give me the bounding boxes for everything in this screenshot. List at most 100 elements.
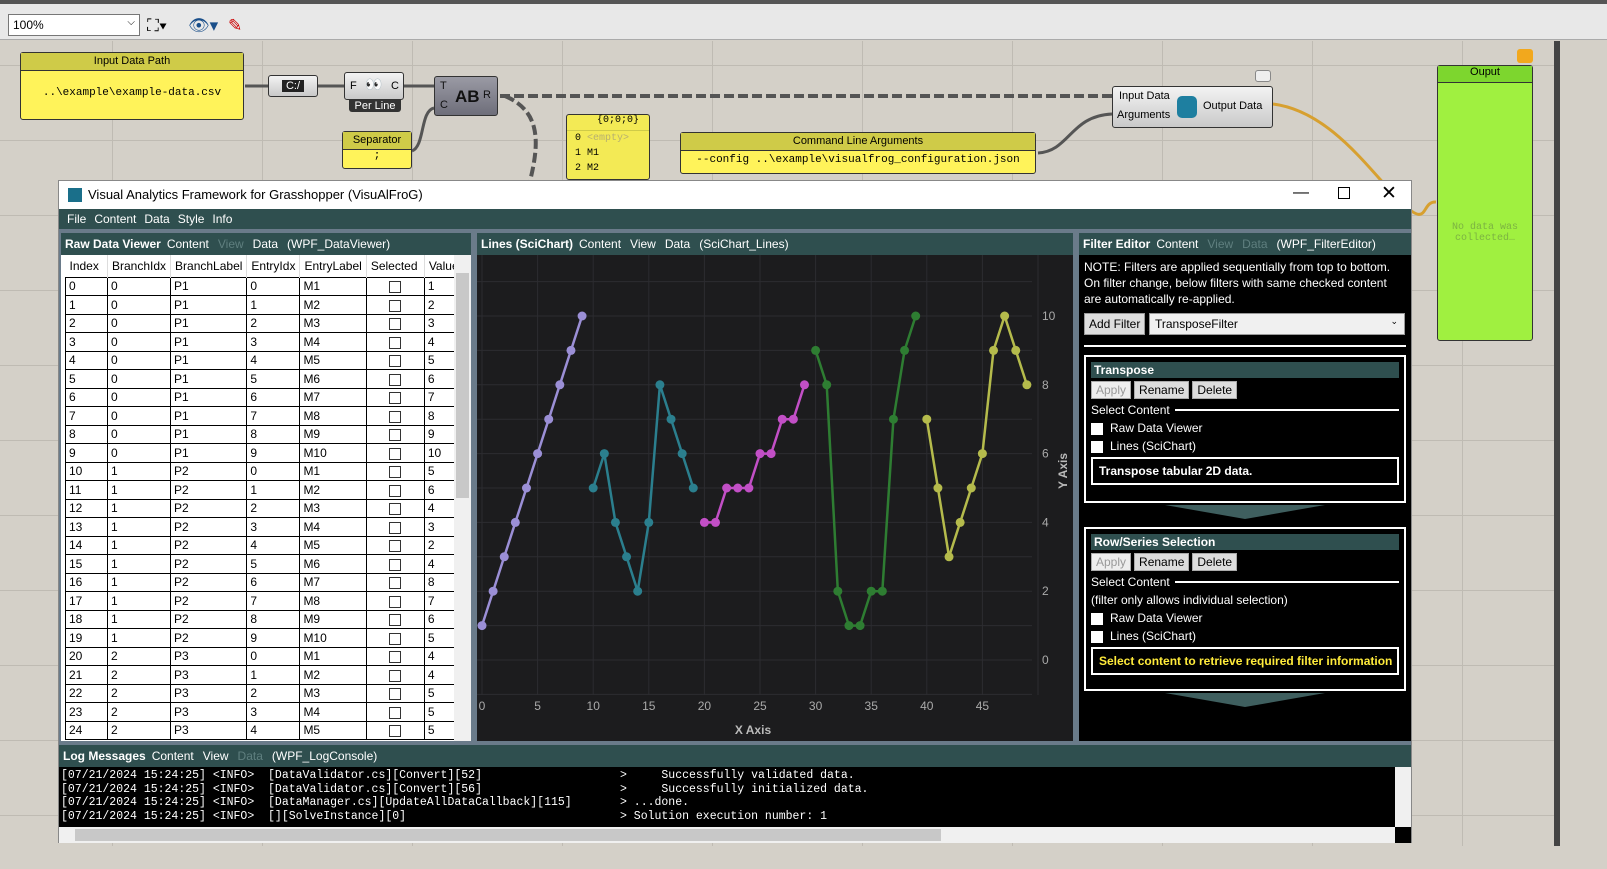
table-cell[interactable]: P2 <box>170 480 248 500</box>
selected-checkbox[interactable] <box>365 720 425 740</box>
message-bubble-icon[interactable] <box>1255 70 1271 82</box>
table-cell[interactable]: 9 <box>65 443 108 463</box>
table-cell[interactable]: M6 <box>299 554 367 574</box>
pane-menu-data[interactable]: Data <box>665 237 690 251</box>
table-cell[interactable]: M3 <box>299 498 367 518</box>
table-cell[interactable]: P1 <box>170 424 248 444</box>
table-cell[interactable]: P1 <box>170 443 248 463</box>
table-cell[interactable]: 1 <box>106 554 172 574</box>
table-cell[interactable]: P1 <box>170 313 248 333</box>
menu-content[interactable]: Content <box>94 209 136 229</box>
table-cell[interactable]: 2 <box>65 313 108 333</box>
table-cell[interactable]: 2 <box>106 683 172 703</box>
table-cell[interactable]: 1 <box>106 628 172 648</box>
eye-icon[interactable]: 👁▾ <box>188 16 218 36</box>
table-cell[interactable]: 1 <box>246 665 301 685</box>
table-cell[interactable]: P2 <box>170 554 248 574</box>
pane-menu-data[interactable]: Data <box>253 237 278 251</box>
table-cell[interactable]: 23 <box>65 702 108 722</box>
table-cell[interactable]: 0 <box>246 646 301 666</box>
table-cell[interactable]: P3 <box>170 646 248 666</box>
selected-checkbox[interactable] <box>365 628 425 648</box>
table-cell[interactable]: M4 <box>299 332 367 352</box>
pane-menu-content[interactable]: Content <box>152 749 194 763</box>
delete-button[interactable]: Delete <box>1192 553 1238 571</box>
table-cell[interactable]: 2 <box>106 665 172 685</box>
menu-data[interactable]: Data <box>144 209 169 229</box>
selected-checkbox[interactable] <box>365 313 425 333</box>
selected-checkbox[interactable] <box>365 665 425 685</box>
zoom-extents-icon[interactable]: ⛶▾ <box>147 16 167 36</box>
table-cell[interactable]: 7 <box>246 591 301 611</box>
table-cell[interactable]: 22 <box>65 683 108 703</box>
selected-checkbox[interactable] <box>365 591 425 611</box>
table-cell[interactable]: 8 <box>246 609 301 629</box>
table-cell[interactable]: P2 <box>170 609 248 629</box>
column-header[interactable]: BranchLabel <box>170 255 248 277</box>
table-cell[interactable]: 1 <box>106 480 172 500</box>
table-row[interactable]: 0 0 P1 0 M1 1 <box>65 276 471 296</box>
table-cell[interactable]: 0 <box>246 276 301 296</box>
table-cell[interactable]: 6 <box>246 572 301 592</box>
table-cell[interactable]: 0 <box>106 443 172 463</box>
table-row[interactable]: 19 1 P2 9 M10 5 <box>65 628 471 648</box>
table-cell[interactable]: M2 <box>299 665 367 685</box>
table-cell[interactable]: P2 <box>170 591 248 611</box>
table-cell[interactable]: 8 <box>65 424 108 444</box>
table-cell[interactable]: M1 <box>299 646 367 666</box>
table-row[interactable]: 7 0 P1 7 M8 8 <box>65 406 471 426</box>
table-cell[interactable]: 1 <box>65 295 108 315</box>
list-panel[interactable]: {0;0;0} 0 <empty> 1 M1 2 M2 <box>566 114 650 180</box>
table-cell[interactable]: 5 <box>246 554 301 574</box>
table-row[interactable]: 10 1 P2 0 M1 5 <box>65 461 471 481</box>
table-cell[interactable]: 0 <box>106 369 172 389</box>
table-cell[interactable]: 6 <box>65 387 108 407</box>
apply-button[interactable]: Apply <box>1091 381 1132 399</box>
table-row[interactable]: 3 0 P1 3 M4 4 <box>65 332 471 352</box>
table-cell[interactable]: M4 <box>299 702 367 722</box>
table-cell[interactable]: M9 <box>299 609 367 629</box>
table-row[interactable]: 15 1 P2 5 M6 4 <box>65 554 471 574</box>
table-cell[interactable]: 18 <box>65 609 108 629</box>
checkbox-lines-scichart[interactable]: Lines (SciChart) <box>1091 629 1399 643</box>
table-row[interactable]: 21 2 P3 1 M2 4 <box>65 665 471 685</box>
table-cell[interactable]: 5 <box>246 369 301 389</box>
table-cell[interactable]: P2 <box>170 628 248 648</box>
selected-checkbox[interactable] <box>365 424 425 444</box>
table-cell[interactable]: 7 <box>246 406 301 426</box>
checkbox-raw-data-viewer[interactable]: Raw Data Viewer <box>1091 421 1399 435</box>
table-cell[interactable]: M7 <box>299 387 367 407</box>
zoom-select[interactable]: 100% ⌵ <box>8 14 140 36</box>
table-cell[interactable]: 19 <box>65 628 108 648</box>
table-cell[interactable]: 8 <box>246 424 301 444</box>
table-cell[interactable]: P2 <box>170 535 248 555</box>
table-cell[interactable]: M10 <box>299 443 367 463</box>
table-cell[interactable]: 0 <box>246 461 301 481</box>
table-cell[interactable]: 0 <box>106 332 172 352</box>
table-cell[interactable]: 3 <box>246 332 301 352</box>
table-cell[interactable]: 1 <box>106 535 172 555</box>
table-cell[interactable]: 4 <box>246 350 301 370</box>
table-row[interactable]: 14 1 P2 4 M5 2 <box>65 535 471 555</box>
table-cell[interactable]: 21 <box>65 665 108 685</box>
table-cell[interactable]: M2 <box>299 295 367 315</box>
menu-style[interactable]: Style <box>178 209 205 229</box>
log-console[interactable]: [07/21/2024 15:24:25] <INFO> [DataValida… <box>59 767 1411 843</box>
rename-button[interactable]: Rename <box>1134 381 1190 399</box>
table-row[interactable]: 13 1 P2 3 M4 3 <box>65 517 471 537</box>
table-cell[interactable]: 2 <box>106 646 172 666</box>
table-cell[interactable]: 0 <box>106 406 172 426</box>
line-chart[interactable]: 0 5 10 15 20 25 30 35 40 45 0 2 4 6 8 10 X Axis Y Axis <box>477 255 1073 741</box>
table-cell[interactable]: P1 <box>170 406 248 426</box>
table-row[interactable]: 20 2 P3 0 M1 4 <box>65 646 471 666</box>
visualfrog-component[interactable]: Input Data Arguments Output Data <box>1112 86 1273 128</box>
checkbox-raw-data-viewer[interactable]: Raw Data Viewer <box>1091 611 1399 625</box>
file-path-component[interactable]: C:/ <box>268 75 318 97</box>
column-header[interactable]: Selected <box>366 255 425 277</box>
column-header[interactable]: EntryLabel <box>299 255 367 277</box>
table-cell[interactable]: P2 <box>170 572 248 592</box>
table-cell[interactable]: 1 <box>106 517 172 537</box>
table-cell[interactable]: 2 <box>106 702 172 722</box>
table-cell[interactable]: P2 <box>170 498 248 518</box>
table-cell[interactable]: P1 <box>170 332 248 352</box>
